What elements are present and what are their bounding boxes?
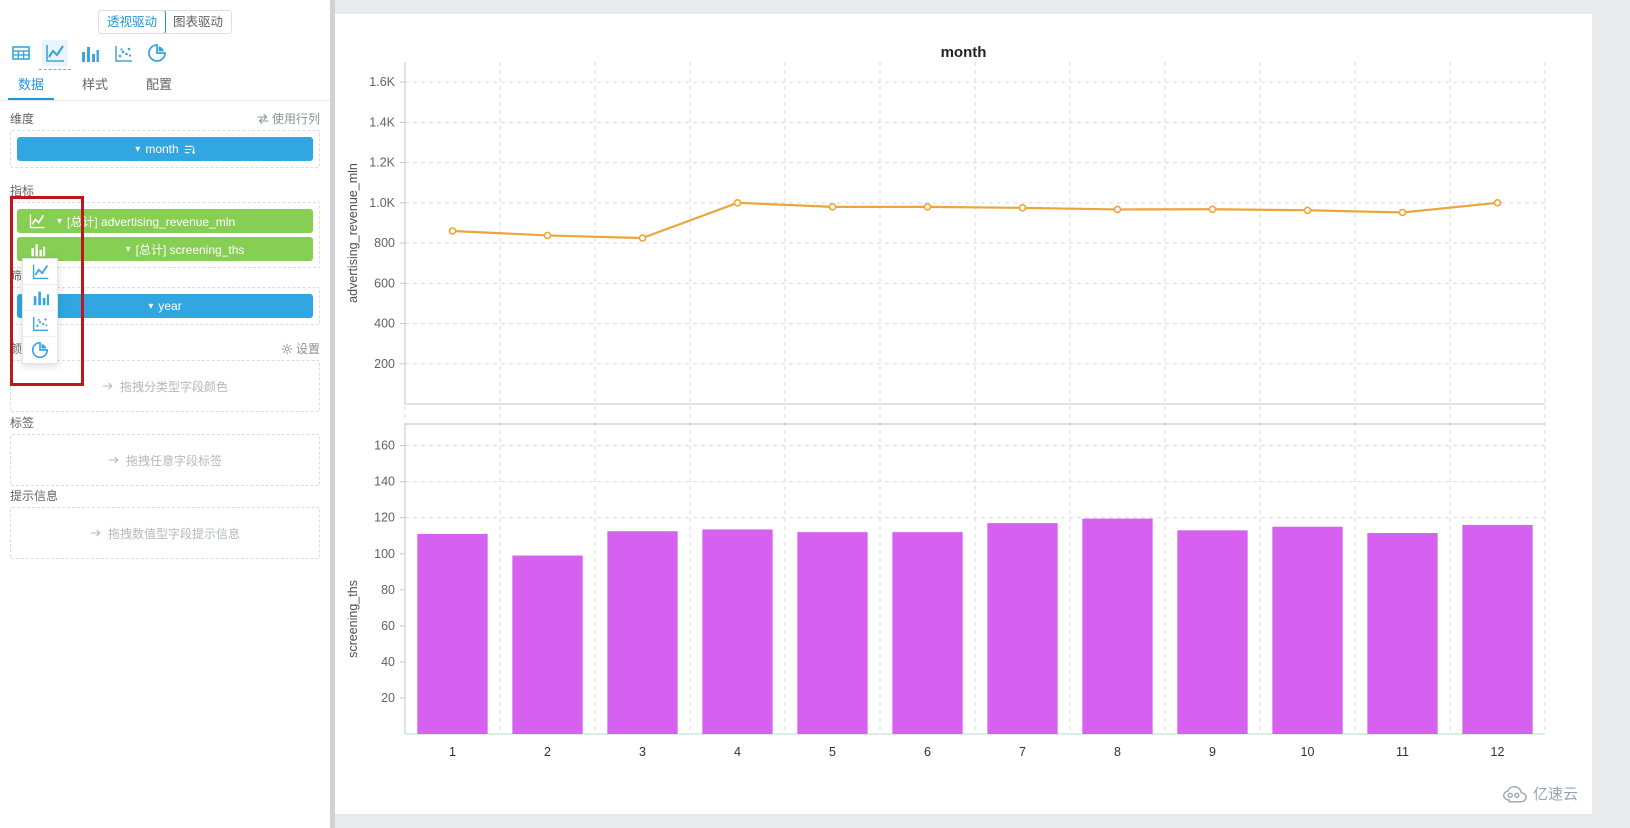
watermark-text: 亿速云 [1532, 786, 1578, 803]
svg-text:80: 80 [381, 583, 395, 597]
svg-text:600: 600 [374, 276, 395, 290]
section-dimension: 维度 使用行列 ▾ month [10, 108, 320, 168]
filter-chip-year[interactable]: ▾ year [17, 294, 313, 318]
metric-chip-advertising-revenue[interactable]: ▾ [总计] advertising_revenue_mln [17, 209, 313, 233]
dimension-chip-label: month [145, 142, 179, 156]
svg-text:12: 12 [1491, 745, 1505, 759]
svg-text:1.0K: 1.0K [369, 196, 395, 210]
section-tooltip: 提示信息 拖拽数值型字段提示信息 [10, 485, 320, 559]
svg-text:200: 200 [374, 357, 395, 371]
color-settings-action[interactable]: 设置 [281, 338, 320, 360]
dual-axis-chart[interactable]: 200 400 600 800 1.0K 1.2K 1.4K 1.6K 20 40 60 80 100 1… [335, 14, 1592, 814]
metric-title: 指标 [10, 184, 35, 198]
svg-text:100: 100 [374, 547, 395, 561]
svg-text:5: 5 [829, 745, 836, 759]
drag-arrow-icon [108, 456, 119, 464]
svg-text:120: 120 [374, 511, 395, 525]
tab-config[interactable]: 配置 [140, 70, 178, 100]
line-chart-icon[interactable] [23, 259, 57, 285]
metric-header: 指标 [10, 180, 320, 202]
svg-text:1: 1 [449, 745, 456, 759]
line-chart-icon[interactable] [39, 40, 71, 70]
metric-chip-label: [总计] screening_ths [135, 242, 245, 257]
svg-text:advertising_revenue_mln: advertising_revenue_mln [346, 163, 360, 303]
svg-text:400: 400 [374, 317, 395, 331]
metric-chip-screening-ths[interactable]: ▾ [总计] screening_ths [17, 237, 313, 261]
drag-arrow-icon [90, 529, 101, 537]
svg-text:9: 9 [1209, 745, 1216, 759]
drive-mode-pivot[interactable]: 透视驱动 [99, 11, 167, 33]
filter-chip-label: year [158, 299, 182, 313]
pie-chart-icon[interactable] [23, 337, 57, 363]
chart-area: month 200 400 600 800 1.0K 1.2K 1.4K 1.6K 20 40 60… [330, 0, 1630, 828]
chart-type-toolbar [8, 36, 183, 70]
section-label: 标签 拖拽任意字段标签 [10, 412, 320, 486]
metric-chip-label: [总计] advertising_revenue_mln [67, 214, 236, 229]
tooltip-title: 提示信息 [10, 489, 59, 503]
section-metric: 指标 ▾ [总计] advertising_revenue_mln ▾ [总计]… [10, 180, 320, 268]
scatter-chart-icon[interactable] [23, 311, 57, 337]
bar-chart-icon[interactable] [23, 285, 57, 311]
gear-icon [281, 343, 293, 355]
chart-canvas: month 200 400 600 800 1.0K 1.2K 1.4K 1.6K 20 40 60… [335, 14, 1592, 814]
swap-icon [257, 113, 269, 125]
bar-chart-icon[interactable] [76, 40, 102, 66]
watermark: 亿速云 [1502, 783, 1578, 804]
svg-text:40: 40 [381, 655, 395, 669]
tooltip-header: 提示信息 [10, 485, 320, 507]
scatter-chart-icon[interactable] [110, 40, 136, 66]
label-title: 标签 [10, 416, 35, 430]
svg-text:1.4K: 1.4K [369, 115, 395, 129]
drive-mode-toggle[interactable]: 透视驱动 图表驱动 [98, 10, 233, 34]
use-rows-cols-action[interactable]: 使用行列 [257, 108, 320, 130]
svg-text:160: 160 [374, 439, 395, 453]
left-config-panel: 透视驱动 图表驱动 数据 样式 配置 维度 使用行列 ▾ month 指标 ▾ … [0, 0, 330, 828]
color-placeholder: 拖拽分类型字段颜色 [102, 378, 228, 395]
svg-text:8: 8 [1114, 745, 1121, 759]
svg-text:6: 6 [924, 745, 931, 759]
dimension-title: 维度 [10, 112, 35, 126]
svg-text:2: 2 [544, 745, 551, 759]
dimension-dropzone[interactable]: ▾ month [10, 130, 320, 168]
dimension-chip-month[interactable]: ▾ month [17, 137, 313, 161]
tooltip-placeholder: 拖拽数值型字段提示信息 [90, 525, 240, 542]
chevron-down-icon: ▾ [148, 300, 154, 312]
cloud-icon [1503, 785, 1527, 802]
tab-data[interactable]: 数据 [7, 70, 55, 100]
label-dropzone[interactable]: 拖拽任意字段标签 [10, 434, 320, 486]
color-dropzone[interactable]: 拖拽分类型字段颜色 [10, 360, 320, 412]
panel-tabs: 数据 样式 配置 [0, 70, 330, 101]
svg-text:1.2K: 1.2K [369, 156, 395, 170]
svg-text:10: 10 [1301, 745, 1315, 759]
drag-arrow-icon [102, 382, 113, 390]
svg-text:3: 3 [639, 745, 646, 759]
svg-text:11: 11 [1396, 745, 1409, 759]
svg-text:20: 20 [381, 691, 395, 705]
label-header: 标签 [10, 412, 320, 434]
tab-style[interactable]: 样式 [76, 70, 114, 100]
drive-mode-chart[interactable]: 图表驱动 [165, 11, 232, 33]
sort-icon [184, 145, 195, 154]
table-chart-icon[interactable] [8, 40, 34, 66]
svg-text:1.6K: 1.6K [369, 75, 395, 89]
svg-text:800: 800 [374, 236, 395, 250]
tooltip-dropzone[interactable]: 拖拽数值型字段提示信息 [10, 507, 320, 559]
label-placeholder: 拖拽任意字段标签 [108, 452, 222, 469]
dimension-header: 维度 使用行列 [10, 108, 320, 130]
svg-text:140: 140 [374, 475, 395, 489]
pie-chart-icon[interactable] [144, 40, 170, 66]
app-root: 透视驱动 图表驱动 数据 样式 配置 维度 使用行列 ▾ month 指标 ▾ … [0, 0, 1630, 828]
chart-type-popup-menu[interactable] [22, 258, 58, 364]
svg-text:screening_ths: screening_ths [346, 580, 360, 658]
chevron-down-icon: ▾ [135, 143, 141, 155]
svg-text:60: 60 [381, 619, 395, 633]
svg-text:7: 7 [1019, 745, 1026, 759]
chevron-down-icon: ▾ [125, 243, 131, 255]
line-chart-icon[interactable] [17, 209, 57, 233]
svg-text:4: 4 [734, 745, 741, 759]
chevron-down-icon: ▾ [57, 215, 63, 227]
